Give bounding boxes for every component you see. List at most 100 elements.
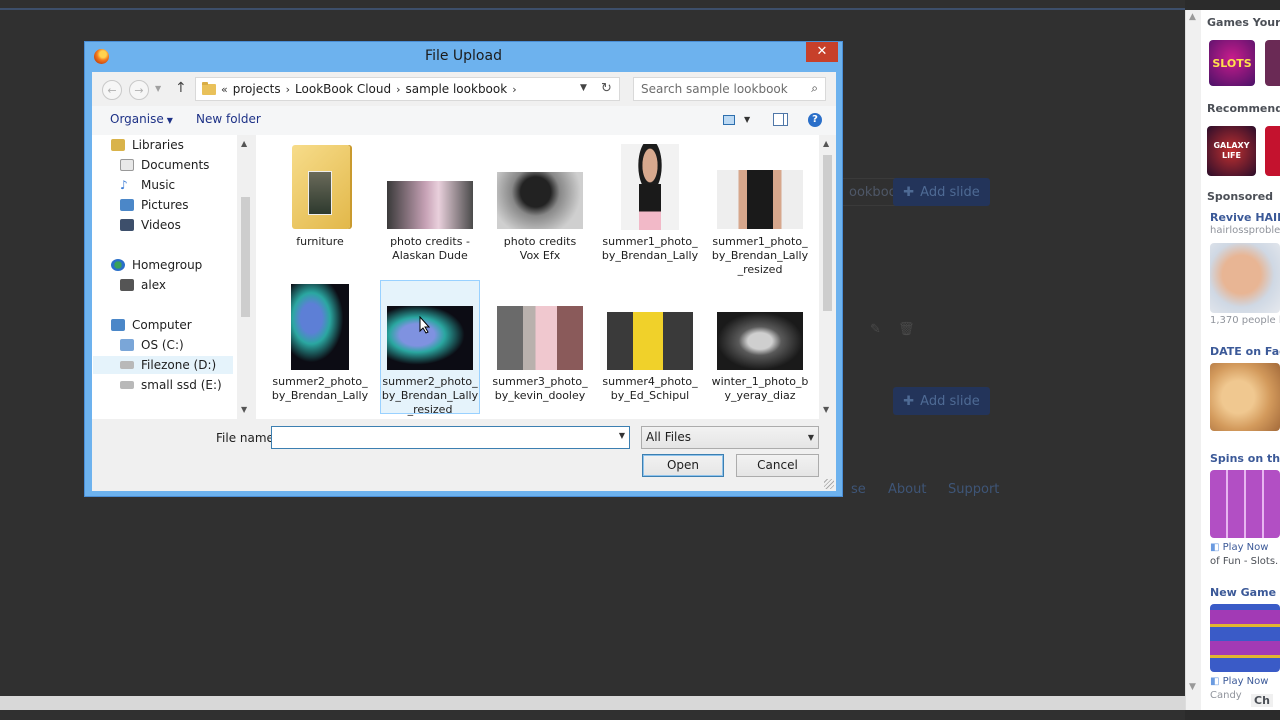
file-label: summer1_photo_ by_Brendan_Lally _resized [711, 235, 809, 276]
nav-item-small-ssd-e[interactable]: small ssd (E:) [120, 376, 222, 394]
breadcrumb-projects[interactable]: projects [233, 82, 281, 96]
close-button[interactable]: ✕ [806, 42, 838, 62]
address-history-dropdown-icon[interactable]: ▼ [580, 83, 587, 93]
file-name-combobox[interactable]: ▼ [271, 426, 630, 449]
nav-item-pictures[interactable]: Pictures [120, 196, 189, 214]
file-item-summer4-ed-schipul[interactable]: summer4_photo_ by_Ed_Schipul [600, 283, 700, 413]
file-item-summer2-brendan-lally-resized[interactable]: summer2_photo_ by_Brendan_Lally _resized [380, 280, 480, 416]
file-item-winter1-yeray-diaz[interactable]: winter_1_photo_b y_yeray_diaz [710, 283, 810, 413]
file-label: winter_1_photo_b y_yeray_diaz [711, 375, 809, 402]
breadcrumb-chevron-icon[interactable]: › [286, 83, 290, 96]
pictures-icon [120, 199, 134, 211]
file-upload-dialog: File Upload ✕ ← → ▼ ↑ « projects › LookB… [84, 41, 843, 497]
nav-item-filezone-d[interactable]: Filezone (D:) [93, 356, 233, 374]
ad-slots-gems-image[interactable] [1210, 470, 1280, 538]
ad-woman-photo[interactable] [1210, 363, 1280, 431]
file-item-furniture[interactable]: furniture [270, 143, 370, 273]
page-scrollbar[interactable]: ▲ ▼ [1185, 10, 1201, 710]
file-item-summer1-brendan-lally[interactable]: summer1_photo_ by_Brendan_Lally [600, 143, 700, 273]
breadcrumb-chevron-icon[interactable]: › [512, 83, 516, 96]
up-arrow-icon[interactable]: ↑ [175, 80, 187, 96]
back-button[interactable]: ← [102, 80, 122, 100]
nav-pane-scrollbar[interactable]: ▲ ▼ [237, 135, 254, 419]
scroll-down-icon[interactable]: ▼ [1189, 682, 1196, 692]
nav-item-computer[interactable]: Computer [111, 316, 192, 334]
nav-label: Documents [141, 158, 210, 172]
ad-new-game-title[interactable]: New Game or [1210, 586, 1280, 599]
forward-button[interactable]: → [129, 80, 149, 100]
libraries-icon [111, 139, 125, 151]
plus-icon: ✚ [903, 393, 915, 409]
ad-candy-gems-image[interactable] [1210, 604, 1280, 672]
add-slide-button-1: ✚ Add slide [893, 178, 990, 206]
search-input[interactable] [641, 82, 801, 96]
chevron-down-icon: ▼ [166, 116, 173, 125]
cancel-button[interactable]: Cancel [736, 454, 819, 477]
galaxy-life-thumb[interactable]: GALAXY LIFE [1207, 126, 1256, 176]
ad-date-title[interactable]: DATE on Face [1210, 345, 1280, 358]
nav-item-os-c[interactable]: OS (C:) [120, 336, 184, 354]
breadcrumb-chevron-icon[interactable]: › [396, 83, 400, 96]
nav-item-libraries[interactable]: Libraries [111, 136, 184, 154]
chat-tab[interactable]: Ch [1251, 694, 1273, 707]
nav-item-music[interactable]: ♪ Music [120, 176, 175, 194]
open-button[interactable]: Open [642, 454, 724, 477]
play-now-link-2[interactable]: ◧ Play Now [1210, 676, 1268, 687]
resize-grip[interactable] [824, 479, 834, 489]
ad-revive-hair-title[interactable]: Revive HAIR [1210, 211, 1280, 224]
breadcrumb-sample-lookbook[interactable]: sample lookbook [406, 82, 508, 96]
file-item-photo-credits-vox-efx[interactable]: photo credits Vox Efx [490, 143, 590, 273]
user-icon [120, 279, 134, 291]
nav-item-videos[interactable]: Videos [120, 216, 181, 234]
view-options-chevron-icon[interactable]: ▼ [744, 115, 750, 124]
ad-man-photo[interactable] [1210, 243, 1280, 313]
forward-arrow-icon: → [134, 83, 144, 97]
nav-label: OS (C:) [141, 338, 184, 352]
footer-link-support: Support [948, 482, 1000, 497]
address-bar[interactable]: « projects › LookBook Cloud › sample loo… [195, 77, 620, 101]
scroll-thumb[interactable] [241, 197, 250, 317]
nav-item-documents[interactable]: Documents [120, 156, 209, 174]
file-label: photo credits - Alaskan Dude [390, 235, 470, 262]
organise-button[interactable]: Organise ▼ [110, 112, 173, 126]
nav-item-homegroup[interactable]: Homegroup [111, 256, 202, 274]
back-arrow-icon: ← [107, 83, 117, 97]
file-name-input[interactable] [272, 427, 602, 448]
slots-game-thumb[interactable]: SLOTS [1209, 40, 1255, 86]
breadcrumb-lookbook-cloud[interactable]: LookBook Cloud [295, 82, 391, 96]
game-thumb-2[interactable] [1265, 40, 1280, 86]
search-box[interactable]: ⌕ [633, 77, 826, 101]
scroll-thumb[interactable] [823, 155, 832, 311]
scroll-down-icon[interactable]: ▼ [823, 405, 829, 414]
organise-label: Organise [110, 112, 164, 126]
recent-locations-dropdown-icon[interactable]: ▼ [155, 84, 161, 93]
search-icon[interactable]: ⌕ [811, 81, 818, 96]
help-icon[interactable]: ? [808, 113, 822, 127]
refresh-icon[interactable]: ↻ [601, 81, 612, 96]
image-thumbnail [291, 284, 349, 370]
page-top-border [0, 8, 1185, 10]
play-now-link-1[interactable]: ◧ Play Now [1210, 542, 1268, 553]
browser-bottom-bar [0, 696, 1185, 710]
file-item-photo-credits-alaskan-dude[interactable]: photo credits - Alaskan Dude [380, 143, 480, 273]
file-item-summer1-brendan-lally-resized[interactable]: summer1_photo_ by_Brendan_Lally _resized [710, 143, 810, 276]
file-item-summer2-brendan-lally[interactable]: summer2_photo_ by_Brendan_Lally [270, 283, 370, 413]
change-view-icon[interactable] [723, 115, 735, 125]
scroll-up-icon[interactable]: ▲ [241, 139, 247, 148]
nav-label: Filezone (D:) [141, 358, 217, 372]
game-thumb-4[interactable] [1265, 126, 1280, 176]
nav-item-alex[interactable]: alex [120, 276, 166, 294]
breadcrumb-overflow-icon[interactable]: « [221, 83, 228, 96]
new-folder-button[interactable]: New folder [196, 112, 261, 126]
file-pane-scrollbar[interactable]: ▲ ▼ [819, 135, 836, 419]
scroll-up-icon[interactable]: ▲ [1189, 12, 1196, 22]
documents-icon [120, 159, 134, 171]
command-toolbar: Organise ▼ New folder ▼ ? [92, 106, 836, 135]
chevron-down-icon[interactable]: ▼ [619, 431, 625, 440]
file-item-summer3-kevin-dooley[interactable]: summer3_photo_ by_kevin_dooley [490, 283, 590, 413]
preview-pane-icon[interactable] [773, 113, 788, 126]
file-type-select[interactable]: All Files ▼ [641, 426, 819, 449]
ad-spins-title[interactable]: Spins on the [1210, 452, 1280, 465]
scroll-down-icon[interactable]: ▼ [241, 405, 247, 414]
scroll-up-icon[interactable]: ▲ [823, 139, 829, 148]
